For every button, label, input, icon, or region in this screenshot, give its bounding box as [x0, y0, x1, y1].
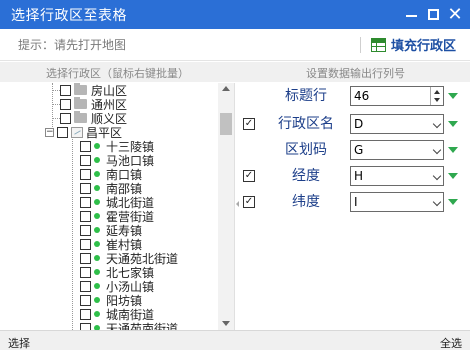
fill-district-button[interactable]: 填充行政区: [370, 35, 456, 54]
district-name-value: D: [354, 117, 364, 131]
title-row-value: 46: [354, 89, 370, 103]
dot-icon: [94, 241, 100, 247]
title-row-setting: 标题行 46: [240, 85, 470, 107]
dot-icon: [94, 283, 100, 289]
division-code-select[interactable]: G: [350, 140, 444, 160]
folder-icon: [74, 83, 87, 95]
latitude-value: I: [354, 195, 358, 209]
tree-scrollbar[interactable]: [218, 83, 234, 330]
tree-checkbox[interactable]: [57, 126, 68, 138]
select-all-button[interactable]: 全选: [440, 335, 462, 351]
division-code-label: 区划码: [285, 142, 327, 158]
tree-checkbox[interactable]: [80, 294, 91, 306]
chevron-down-icon: [432, 145, 442, 155]
green-arrow-icon[interactable]: [448, 199, 458, 205]
tree-checkbox[interactable]: [80, 168, 91, 180]
division-code-value: G: [354, 143, 364, 157]
folder-icon: [74, 97, 87, 109]
title-row-stepper[interactable]: 46: [350, 86, 444, 106]
dot-icon: [94, 171, 100, 177]
tree-line: [52, 90, 60, 91]
green-arrow-icon[interactable]: [448, 93, 458, 99]
tree-line: [72, 139, 73, 330]
tree-checkbox[interactable]: [80, 252, 91, 264]
spinner-icon[interactable]: [430, 87, 443, 105]
longitude-select[interactable]: H: [350, 166, 444, 186]
tree-checkbox[interactable]: [80, 182, 91, 194]
tree-line: [52, 104, 60, 105]
toolbar: 提示：请先打开地图 填充行政区: [0, 29, 470, 61]
longitude-label: 经度: [292, 168, 320, 184]
latitude-label: 纬度: [292, 194, 320, 210]
longitude-value: H: [354, 169, 364, 183]
dot-icon: [94, 185, 100, 191]
latitude-checkbox[interactable]: ✓: [243, 196, 255, 208]
folder-icon: [74, 111, 87, 123]
dot-icon: [94, 213, 100, 219]
longitude-checkbox[interactable]: ✓: [243, 170, 255, 182]
output-settings: 标题行 46 ✓ 行政区名 D 区划码 G ✓ 经度 H ✓ 纬度 I: [240, 83, 470, 330]
select-button[interactable]: 选择: [8, 335, 30, 351]
scroll-up-icon[interactable]: [222, 86, 230, 91]
chevron-down-icon: [432, 119, 442, 129]
close-icon[interactable]: ✕: [444, 0, 466, 29]
form-header: 设置数据输出行列号: [306, 67, 405, 80]
title-bar: 选择行政区至表格 ✕: [0, 0, 470, 29]
green-arrow-icon[interactable]: [448, 147, 458, 153]
district-tree: 房山区 通州区 顺义区 − 昌平区 十三陵镇 马池口镇 南口镇 南邵镇 城北街道…: [0, 83, 234, 330]
dot-icon: [94, 255, 100, 261]
latitude-setting: ✓ 纬度 I: [240, 191, 470, 213]
scroll-down-icon[interactable]: [222, 321, 230, 326]
dot-icon: [94, 269, 100, 275]
dot-icon: [94, 199, 100, 205]
fill-district-label: 填充行政区: [390, 39, 456, 54]
tree-checkbox[interactable]: [80, 322, 91, 330]
status-bar: 选择 全选: [0, 330, 470, 350]
tree-checkbox[interactable]: [60, 112, 71, 124]
green-arrow-icon[interactable]: [448, 121, 458, 127]
district-name-checkbox[interactable]: ✓: [243, 118, 255, 130]
tree-checkbox[interactable]: [80, 280, 91, 292]
chevron-down-icon: [432, 171, 442, 181]
longitude-setting: ✓ 经度 H: [240, 165, 470, 187]
dot-icon: [94, 227, 100, 233]
tree-checkbox[interactable]: [80, 196, 91, 208]
tree-checkbox[interactable]: [80, 140, 91, 152]
tree-line: [52, 118, 60, 119]
tree-item-label: 天通苑南街道: [106, 321, 179, 331]
minimize-icon[interactable]: [400, 0, 422, 29]
tree-checkbox[interactable]: [60, 98, 71, 110]
district-name-setting: ✓ 行政区名 D: [240, 113, 470, 135]
division-code-setting: 区划码 G: [240, 139, 470, 161]
green-arrow-icon[interactable]: [448, 173, 458, 179]
toolbar-separator: [359, 36, 361, 53]
tree-checkbox[interactable]: [80, 266, 91, 278]
tree-header: 选择行政区（鼠标右键批量）: [46, 67, 189, 80]
tree-checkbox[interactable]: [80, 224, 91, 236]
dot-icon: [94, 143, 100, 149]
collapse-icon[interactable]: −: [45, 127, 54, 137]
district-name-label: 行政区名: [278, 116, 334, 132]
pane-headers: 选择行政区（鼠标右键批量） 设置数据输出行列号: [0, 62, 470, 82]
table-icon: [370, 37, 386, 52]
tree-item-town[interactable]: 天通苑南街道: [80, 321, 178, 330]
district-name-select[interactable]: D: [350, 114, 444, 134]
tree-checkbox[interactable]: [80, 210, 91, 222]
dot-icon: [94, 311, 100, 317]
tree-checkbox[interactable]: [80, 308, 91, 320]
chevron-down-icon: [432, 197, 442, 207]
tree-checkbox[interactable]: [60, 84, 71, 96]
latitude-select[interactable]: I: [350, 192, 444, 212]
dot-icon: [94, 297, 100, 303]
tree-checkbox[interactable]: [80, 154, 91, 166]
hint-text: 提示：请先打开地图: [18, 38, 127, 52]
scroll-thumb[interactable]: [220, 113, 232, 135]
dot-icon: [94, 157, 100, 163]
collapse-arrow-icon[interactable]: [236, 201, 239, 207]
window-title: 选择行政区至表格: [11, 7, 127, 24]
map-icon: [71, 126, 83, 138]
tree-checkbox[interactable]: [80, 238, 91, 250]
title-row-label: 标题行: [285, 88, 327, 104]
maximize-icon[interactable]: [422, 0, 444, 29]
